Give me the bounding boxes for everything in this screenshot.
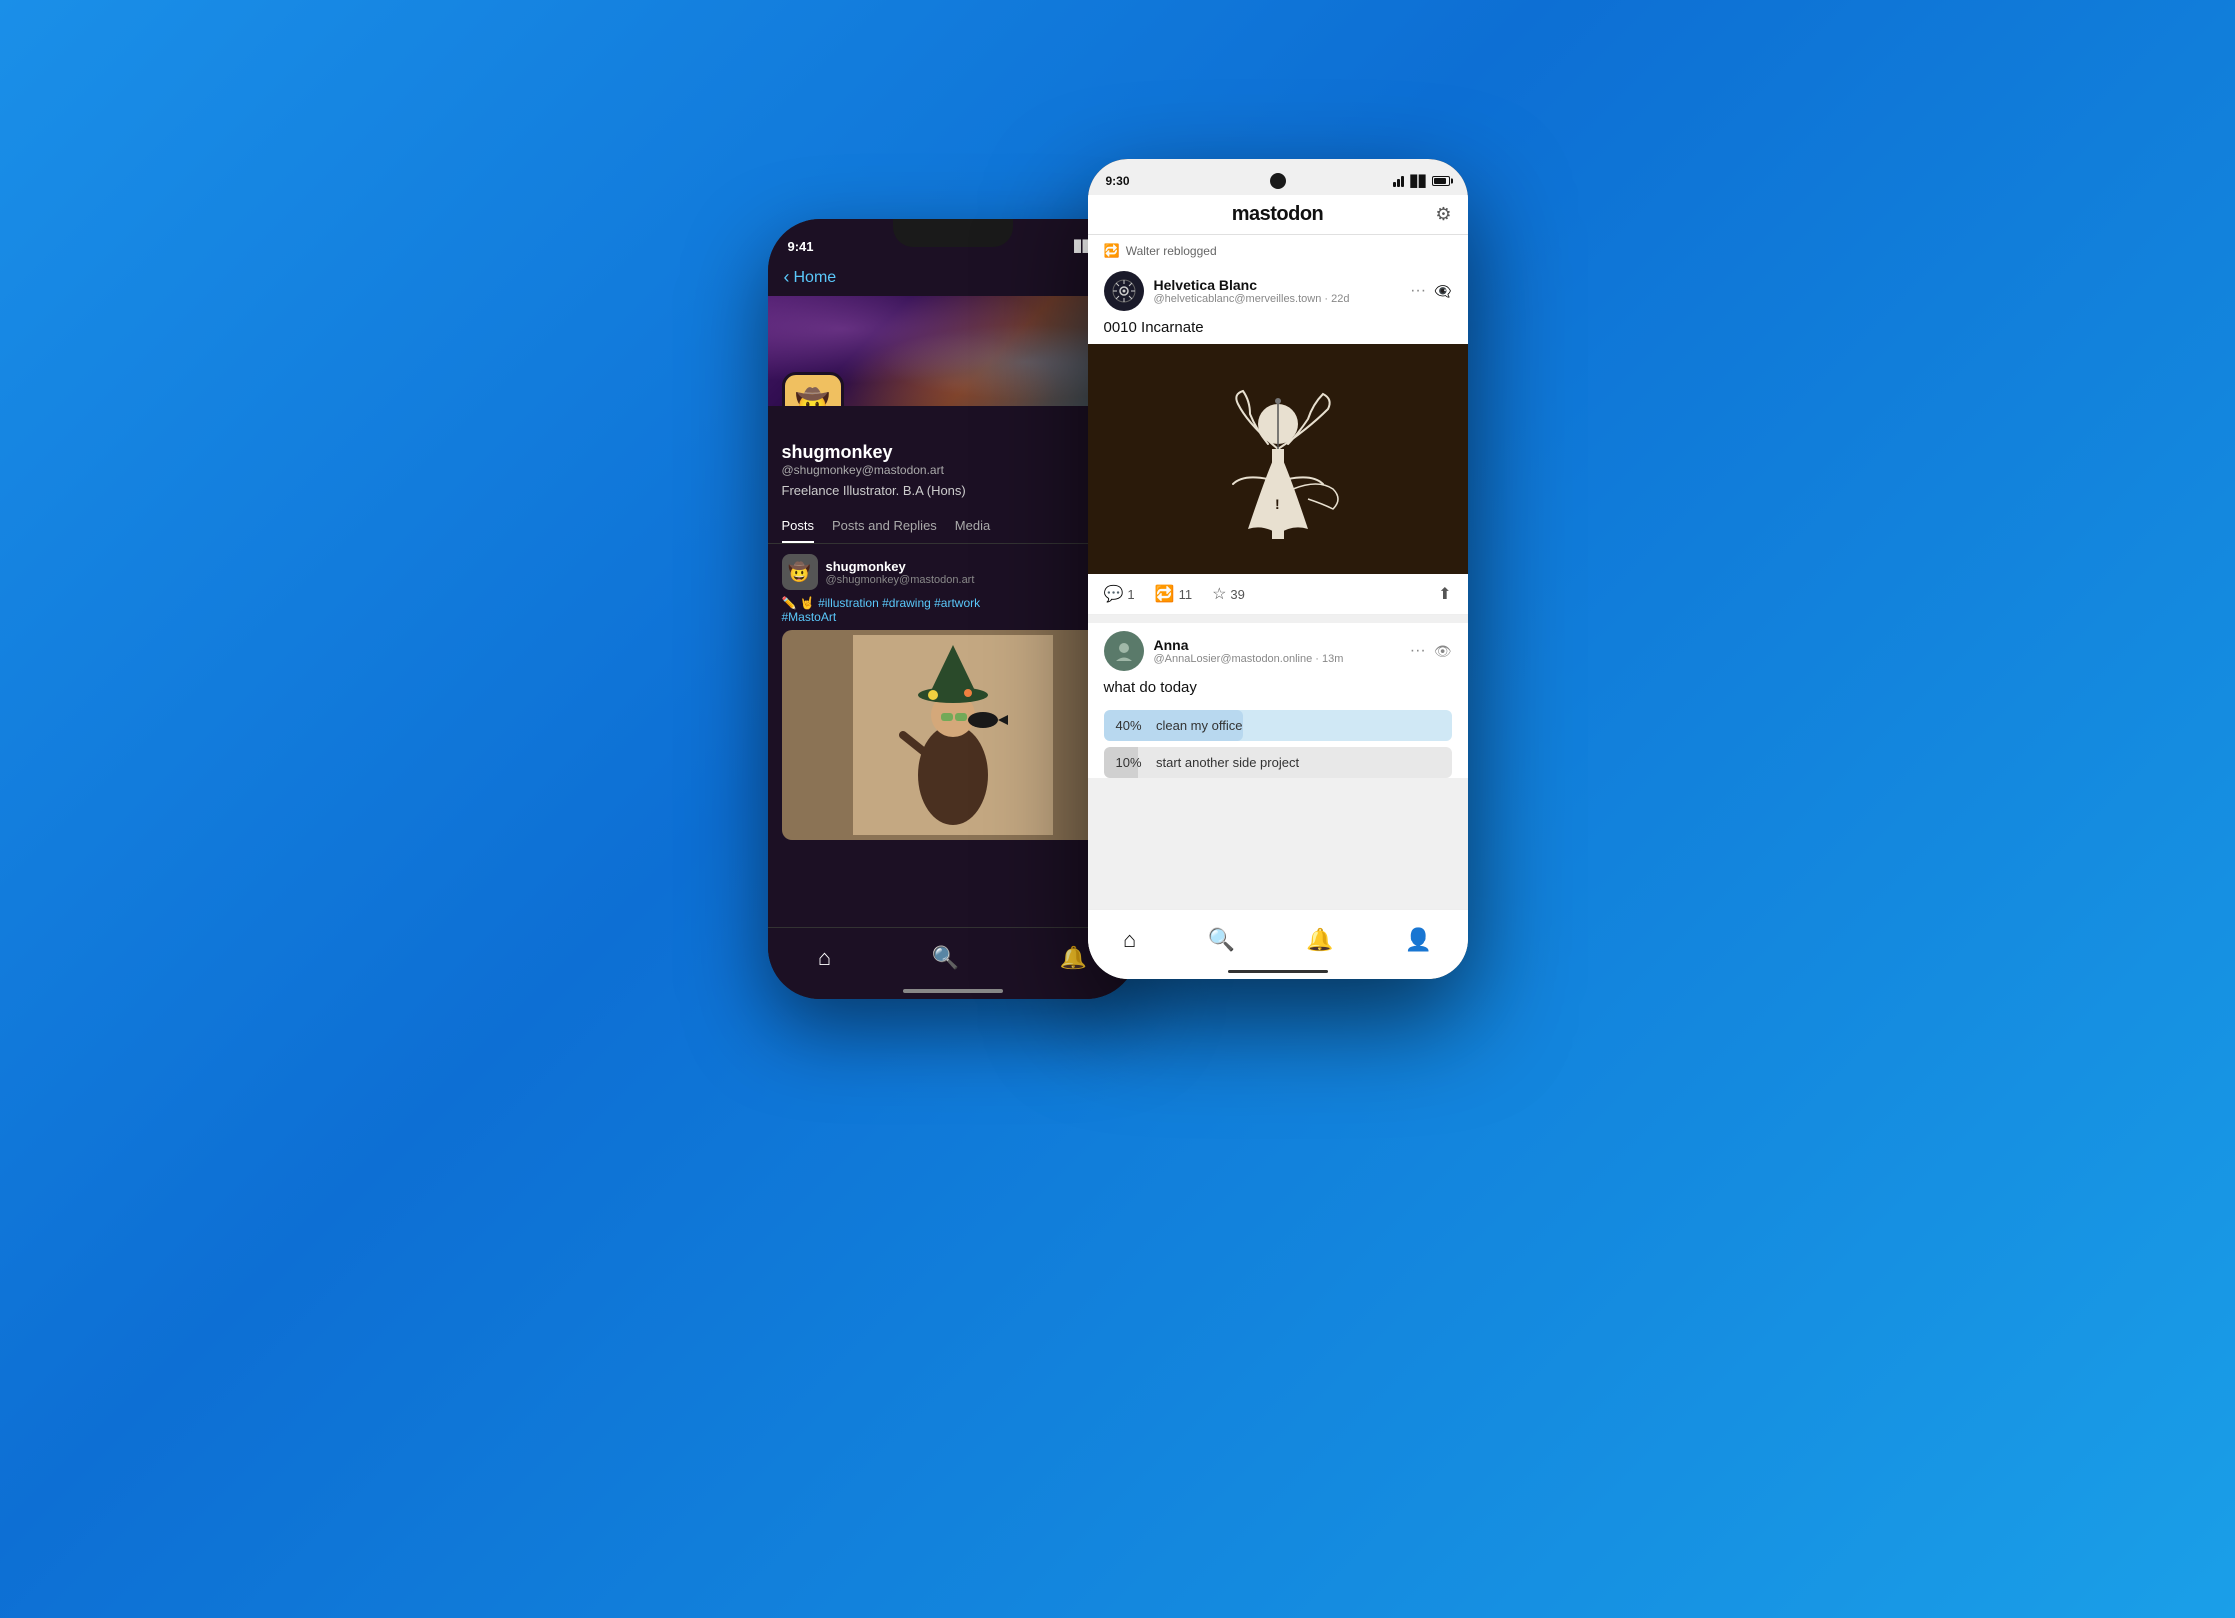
time-right: 9:30 — [1106, 174, 1130, 188]
poll-option-1[interactable]: 40% clean my office — [1104, 710, 1452, 741]
poll-option1-text: 40% clean my office — [1116, 718, 1243, 733]
mastodon-header: mastodon ⚙ — [1088, 195, 1468, 234]
post2-header: Anna @AnnaLosier@mastodon.online · 13m ·… — [1088, 623, 1468, 679]
profile-name: shugmonkey — [782, 442, 1124, 463]
post1-header: Helvetica Blanc @helveticablanc@merveill… — [1088, 263, 1468, 319]
post2-options: ··· 👁 — [1410, 642, 1452, 660]
helvetica-avatar-icon — [1112, 279, 1136, 303]
post1-avatar — [1104, 271, 1144, 311]
svg-text:!: ! — [1275, 496, 1280, 512]
camera-cutout — [1270, 173, 1286, 189]
tab-posts-replies[interactable]: Posts and Replies — [832, 518, 937, 543]
post2-handle-time: @AnnaLosier@mastodon.online · 13m — [1154, 653, 1344, 665]
boost-icon: 🔁 — [1155, 584, 1175, 604]
reblog-text: Walter reblogged — [1126, 244, 1217, 258]
post-header-left: 🤠 shugmonkey @shugmonkey@mastodon.art — [782, 554, 1124, 590]
reblog-icon: 🔁 — [1104, 243, 1120, 259]
notch — [893, 219, 1013, 247]
posts-count: 1.1K — [1061, 404, 1088, 406]
post1-username: Helvetica Blanc — [1154, 277, 1350, 293]
right-phone: 9:30 ▊▊ mastodon ⚙ — [1088, 159, 1468, 979]
profile-avatar-left: 🤠 — [782, 372, 844, 406]
boost-action[interactable]: 🔁 11 — [1155, 584, 1192, 604]
star-icon: ☆ — [1212, 584, 1226, 604]
anna-avatar-icon — [1112, 639, 1136, 663]
posts-stat: 1.1K posts — [1061, 404, 1088, 406]
more-options-icon2[interactable]: ··· — [1410, 642, 1426, 660]
post-handle-left: @shugmonkey@mastodon.art — [826, 574, 975, 586]
avatar-emoji: 🤠 — [795, 387, 830, 407]
illustration-art-left — [853, 635, 1053, 835]
incarnate-artwork: ! — [1178, 349, 1378, 569]
post2-user-details: Anna @AnnaLosier@mastodon.online · 13m — [1154, 637, 1344, 665]
post-tags: ✏️ 🤘 #illustration #drawing #artwork #Ma… — [782, 596, 1124, 624]
phones-container: 9:41 ▊▊▊ 🔋 ‹ Home 🤠 1.1K — [768, 159, 1468, 1459]
tab-media[interactable]: Media — [955, 518, 990, 543]
nav-search-left[interactable]: 🔍 — [932, 945, 959, 971]
right-phone-screen: 9:30 ▊▊ mastodon ⚙ — [1088, 159, 1468, 979]
settings-icon[interactable]: ⚙ — [1435, 204, 1451, 225]
profile-bio: Freelance Illustrator. B.A (Hons) — [782, 483, 1124, 498]
status-icons-right: ▊▊ — [1393, 175, 1450, 188]
artwork-container: ! — [1088, 344, 1468, 574]
wifi-icon — [1393, 176, 1404, 187]
time-left: 9:41 — [788, 239, 814, 254]
reblog-notice: 🔁 Walter reblogged — [1088, 235, 1468, 263]
profile-banner: 🤠 1.1K posts — fo... — [768, 296, 1138, 406]
poll-option-2[interactable]: 10% start another side project — [1104, 747, 1452, 778]
back-header[interactable]: ‹ Home — [768, 263, 1138, 296]
post1-user-details: Helvetica Blanc @helveticablanc@merveill… — [1154, 277, 1350, 305]
back-label[interactable]: Home — [794, 269, 837, 287]
left-phone: 9:41 ▊▊▊ 🔋 ‹ Home 🤠 1.1K — [768, 219, 1138, 999]
post-user-left: shugmonkey @shugmonkey@mastodon.art — [826, 559, 975, 586]
action-bar-post1: 💬 1 🔁 11 ☆ 39 ⬆ — [1088, 574, 1468, 615]
profile-tabs: Posts Posts and Replies Media — [768, 518, 1138, 544]
nav-bell-right[interactable]: 🔔 — [1306, 927, 1333, 953]
battery-right — [1432, 176, 1450, 186]
post-avatar-left: 🤠 — [782, 554, 818, 590]
post-username-left: shugmonkey — [826, 559, 975, 574]
post-item-left: 🤠 shugmonkey @shugmonkey@mastodon.art ✏️… — [768, 544, 1138, 850]
eye-slash-icon[interactable]: 👁‍🗨 — [1434, 283, 1451, 300]
share-icon: ⬆ — [1438, 584, 1451, 604]
back-chevron-icon[interactable]: ‹ — [784, 267, 790, 288]
post2-avatar — [1104, 631, 1144, 671]
comment-count: 1 — [1127, 587, 1134, 602]
star-count: 39 — [1230, 587, 1244, 602]
eye-icon2[interactable]: 👁 — [1434, 643, 1452, 660]
post1-image: ! — [1088, 344, 1468, 574]
more-options-icon[interactable]: ··· — [1410, 282, 1426, 300]
post-card-1: Helvetica Blanc @helveticablanc@merveill… — [1088, 263, 1468, 615]
post2-username: Anna — [1154, 637, 1344, 653]
nav-bell-left[interactable]: 🔔 — [1060, 945, 1087, 971]
nav-search-right[interactable]: 🔍 — [1207, 927, 1234, 953]
post1-user-info: Helvetica Blanc @helveticablanc@merveill… — [1104, 271, 1350, 311]
post2-user-info: Anna @AnnaLosier@mastodon.online · 13m — [1104, 631, 1344, 671]
post1-handle-time: @helveticablanc@merveilles.town · 22d — [1154, 293, 1350, 305]
post-card-2: Anna @AnnaLosier@mastodon.online · 13m ·… — [1088, 623, 1468, 778]
home-indicator-left — [903, 989, 1003, 993]
post1-text: 0010 Incarnate — [1088, 319, 1468, 344]
post1-options: ··· 👁‍🗨 — [1410, 282, 1451, 300]
post2-text: what do today — [1088, 679, 1468, 704]
app-title: mastodon — [1232, 203, 1324, 226]
home-indicator-right — [1228, 970, 1328, 973]
boost-count: 11 — [1179, 587, 1193, 602]
tab-posts[interactable]: Posts — [782, 518, 815, 543]
poll-option2-text: 10% start another side project — [1116, 755, 1300, 770]
profile-handle: @shugmonkey@mastodon.art — [782, 463, 1124, 477]
comment-icon: 💬 — [1104, 584, 1124, 604]
left-phone-screen: 9:41 ▊▊▊ 🔋 ‹ Home 🤠 1.1K — [768, 219, 1138, 999]
nav-home-left[interactable]: ⌂ — [818, 945, 831, 971]
nav-profile-right[interactable]: 👤 — [1404, 927, 1431, 953]
share-action[interactable]: ⬆ — [1438, 584, 1451, 604]
profile-info: shugmonkey @shugmonkey@mastodon.art Free… — [768, 406, 1138, 518]
comment-action[interactable]: 💬 1 — [1104, 584, 1135, 604]
post-image-left — [782, 630, 1124, 840]
star-action[interactable]: ☆ 39 — [1212, 584, 1245, 604]
bottom-nav-right: ⌂ 🔍 🔔 👤 — [1088, 909, 1468, 979]
nav-home-right[interactable]: ⌂ — [1123, 927, 1136, 953]
signal-bars-right: ▊▊ — [1411, 175, 1428, 188]
